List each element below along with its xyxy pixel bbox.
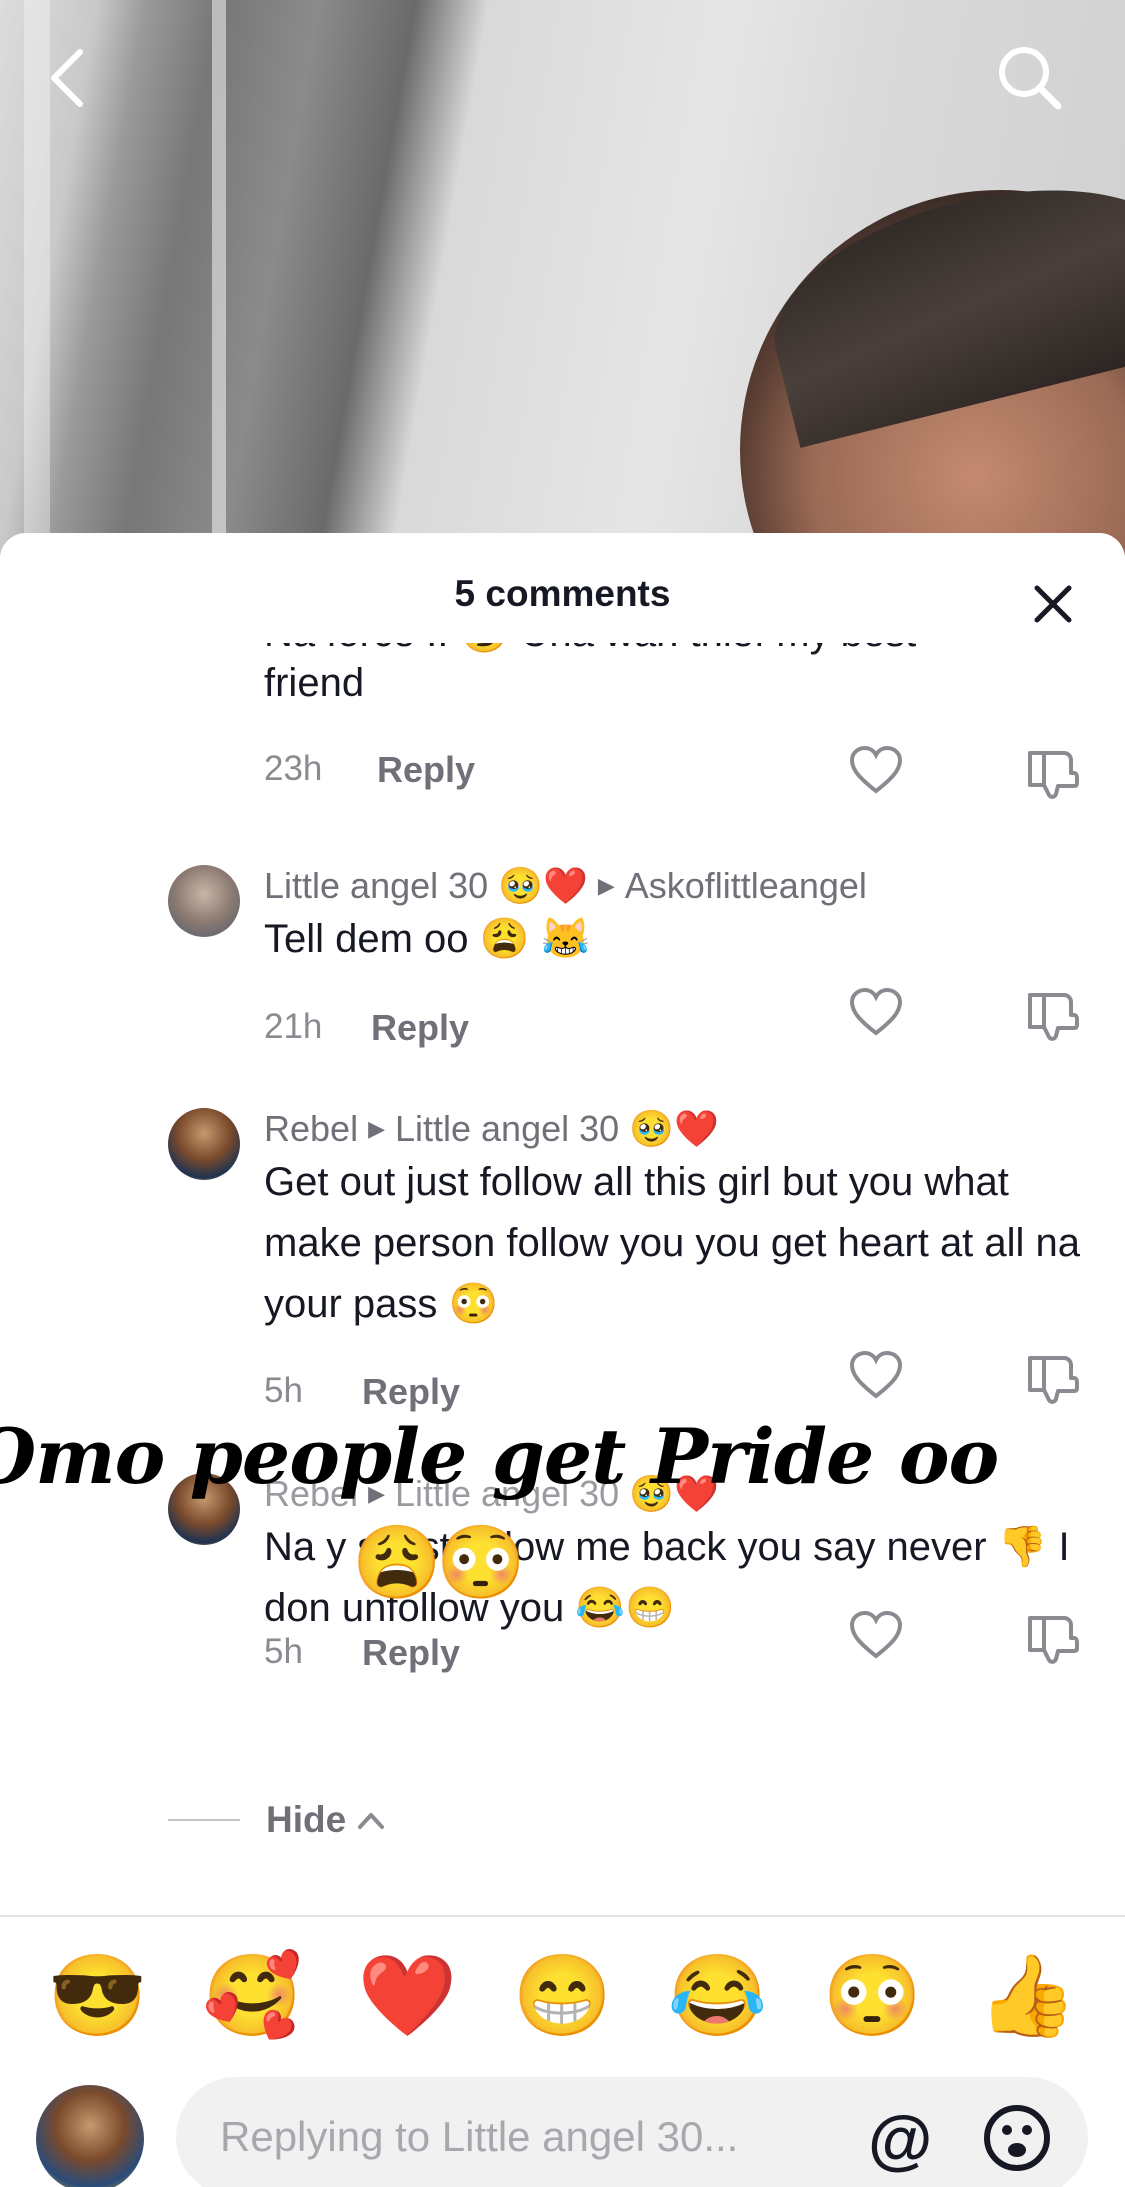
divider	[168, 1819, 240, 1821]
emoji-sunglasses[interactable]: 😎	[48, 1949, 148, 2043]
comment-count-title: 5 comments	[454, 573, 671, 614]
comment-text: Tell dem oo 😩 😹	[264, 917, 591, 961]
quick-emoji-bar: 😎 🥰 ❤️ 😁 😂 😳 👍	[0, 1915, 1125, 2075]
comment-author-line: Little angel 30 🥹❤️ ▶ Askoflittleangel	[264, 865, 867, 907]
reply-to-user[interactable]: Askoflittleangel	[625, 865, 867, 907]
dislike-icon[interactable]	[1024, 1350, 1080, 1406]
close-icon[interactable]	[1020, 571, 1086, 637]
chevron-up-icon	[358, 1813, 385, 1829]
my-avatar[interactable]	[36, 2085, 144, 2187]
heart-icon[interactable]	[848, 985, 904, 1041]
comment-age: 21h	[264, 1007, 323, 1046]
reply-button[interactable]: Reply	[362, 1632, 460, 1674]
emoji-picker-icon[interactable]	[982, 2103, 1052, 2173]
emoji-red-heart[interactable]: ❤️	[358, 1949, 458, 2043]
reply-button[interactable]: Reply	[371, 1007, 469, 1049]
emoji-tears-of-joy[interactable]: 😂	[668, 1949, 768, 2043]
video-background	[0, 0, 1125, 560]
heart-icon[interactable]	[848, 1348, 904, 1404]
comment-age: 5h	[264, 1371, 303, 1410]
floating-emoji: 😳	[436, 1523, 526, 1603]
comments-header: 5 comments	[0, 533, 1125, 643]
dislike-icon[interactable]	[1024, 987, 1080, 1043]
comment-text: friend	[264, 661, 365, 705]
hide-replies-button[interactable]: Hide	[168, 1799, 388, 1841]
avatar[interactable]	[168, 865, 240, 937]
comment-author[interactable]: Rebel	[264, 1108, 358, 1150]
reply-to-user[interactable]: Little angel 30 🥹❤️	[395, 1108, 719, 1150]
search-icon[interactable]	[990, 38, 1070, 118]
mention-icon[interactable]: @	[868, 2101, 932, 2177]
video-caption-overlay: Omo people get Pride oo	[0, 1412, 999, 1501]
comment-age: 5h	[264, 1632, 303, 1671]
avatar[interactable]	[168, 1108, 240, 1180]
heart-icon[interactable]	[848, 1608, 904, 1664]
dislike-icon[interactable]	[1024, 745, 1080, 801]
floating-emoji: 😩	[352, 1523, 442, 1603]
comment-input-box[interactable]: @	[176, 2077, 1088, 2187]
emoji-smiling-hearts[interactable]: 🥰	[203, 1949, 303, 2043]
emoji-flushed[interactable]: 😳	[823, 1949, 923, 2043]
hide-label: Hide	[266, 1799, 347, 1840]
dislike-icon[interactable]	[1024, 1610, 1080, 1666]
comment-age: 23h	[264, 749, 323, 788]
comment-composer: @	[0, 2075, 1125, 2187]
reply-arrow-icon: ▶	[368, 1116, 385, 1141]
comment-author-line: Rebel ▶ Little angel 30 🥹❤️	[264, 1108, 719, 1150]
comment-input[interactable]	[220, 2113, 840, 2161]
reply-arrow-icon: ▶	[597, 873, 615, 898]
comment-author[interactable]: Little angel 30 🥹❤️	[264, 865, 588, 907]
emoji-thumbs-up[interactable]: 👍	[978, 1949, 1078, 2043]
emoji-grin[interactable]: 😁	[513, 1949, 613, 2043]
heart-icon[interactable]	[848, 743, 904, 799]
back-icon[interactable]	[28, 38, 108, 118]
reply-button[interactable]: Reply	[362, 1371, 460, 1413]
comment-text: Get out just follow all this girl but yo…	[264, 1160, 1081, 1326]
reply-button[interactable]: Reply	[377, 749, 475, 791]
